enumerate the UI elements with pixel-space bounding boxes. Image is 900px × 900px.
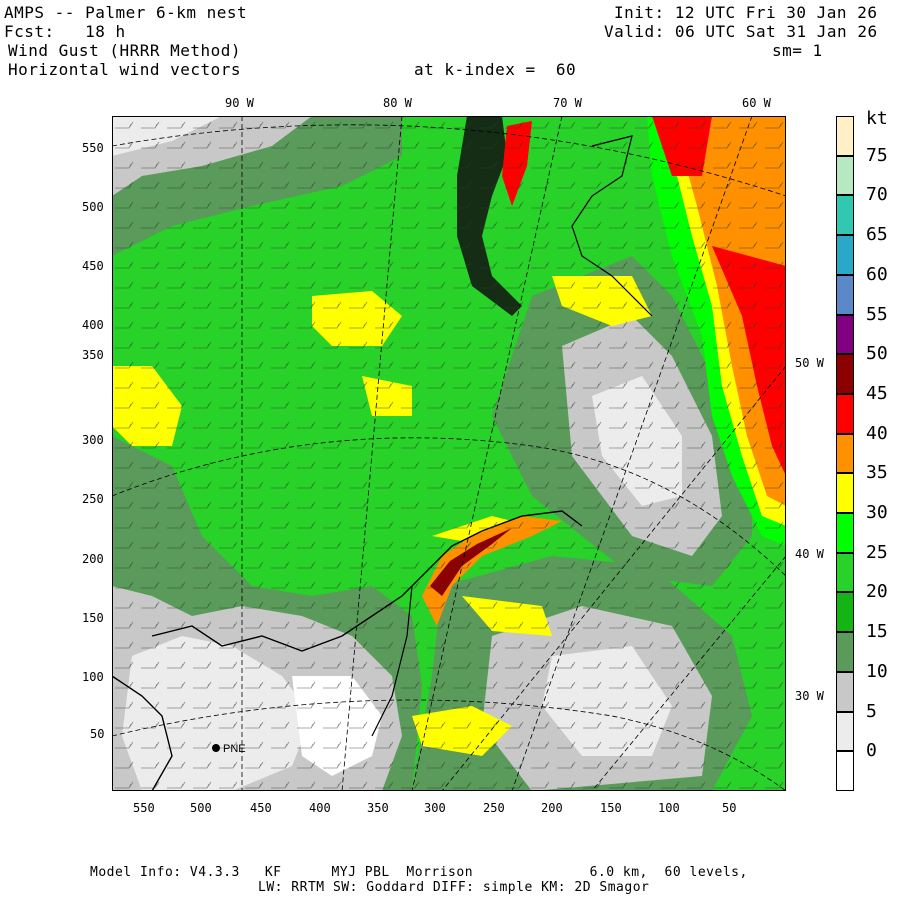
lon-label-60w: 60 W <box>742 96 771 110</box>
vector-description: Horizontal wind vectors <box>8 60 242 79</box>
colorbar-label: 40 <box>866 422 888 444</box>
y-tick: 550 <box>82 141 104 155</box>
lon-label-40w: 40 W <box>795 547 824 561</box>
colorbar-label: 20 <box>866 581 888 603</box>
x-tick: 500 <box>190 801 212 815</box>
colorbar-label: 55 <box>866 303 888 325</box>
lon-label-80w: 80 W <box>383 96 412 110</box>
x-tick: 100 <box>658 801 680 815</box>
valid-time: Valid: 06 UTC Sat 31 Jan 26 <box>604 22 878 41</box>
x-tick: 400 <box>309 801 331 815</box>
colorbar-label: 45 <box>866 382 888 404</box>
x-tick: 150 <box>600 801 622 815</box>
y-tick: 350 <box>82 348 104 362</box>
x-tick: 550 <box>133 801 155 815</box>
y-tick: 250 <box>82 492 104 506</box>
x-tick: 250 <box>483 801 505 815</box>
lon-label-30w: 30 W <box>795 689 824 703</box>
station-marker-pne <box>212 744 220 752</box>
colorbar-unit: kt <box>866 108 888 129</box>
colorbar-cell <box>836 155 854 196</box>
lon-label-50w: 50 W <box>795 356 824 370</box>
colorbar-label: 0 <box>866 740 877 762</box>
wind-gust-map: PNE <box>112 116 786 791</box>
colorbar-label: 15 <box>866 621 888 643</box>
colorbar-cell <box>836 116 854 156</box>
x-tick: 450 <box>250 801 272 815</box>
colorbar-label: 30 <box>866 502 888 524</box>
colorbar-label: 5 <box>866 700 877 722</box>
plot-title: AMPS -- Palmer 6-km nest <box>4 3 248 22</box>
x-tick: 350 <box>367 801 389 815</box>
colorbar-cell <box>836 473 854 514</box>
colorbar-label: 60 <box>866 263 888 285</box>
lon-label-90w: 90 W <box>225 96 254 110</box>
colorbar-label: 50 <box>866 343 888 365</box>
colorbar-cell <box>836 433 854 474</box>
colorbar-cell <box>836 711 854 752</box>
y-tick: 200 <box>82 552 104 566</box>
colorbar-label: 75 <box>866 144 888 166</box>
colorbar-cell <box>836 671 854 712</box>
x-tick: 300 <box>424 801 446 815</box>
station-label-pne: PNE <box>223 743 246 755</box>
colorbar-cell <box>836 751 854 791</box>
colorbar-cell <box>836 354 854 394</box>
colorbar-cell <box>836 314 854 355</box>
x-tick: 200 <box>541 801 563 815</box>
forecast-hour: Fcst: 18 h <box>4 22 126 41</box>
y-tick: 450 <box>82 259 104 273</box>
colorbar-label: 25 <box>866 541 888 563</box>
x-tick: 50 <box>722 801 737 815</box>
colorbar-cell <box>836 195 854 236</box>
field-name: Wind Gust (HRRR Method) <box>8 41 242 60</box>
colorbar-cell <box>836 235 854 275</box>
init-time: Init: 12 UTC Fri 30 Jan 26 <box>614 3 878 22</box>
colorbar-label: 35 <box>866 462 888 484</box>
wind-vector-field <box>112 116 786 791</box>
model-info: Model Info: V4.3.3 KF MYJ PBL Morrison 6… <box>90 865 748 880</box>
colorbar-cell <box>836 274 854 315</box>
colorbar-label: 10 <box>866 660 888 682</box>
physics-info: LW: RRTM SW: Goddard DIFF: simple KM: 2D… <box>258 880 650 895</box>
colorbar-label: 70 <box>866 184 888 206</box>
y-tick: 150 <box>82 611 104 625</box>
colorbar-cell <box>836 513 854 553</box>
colorbar <box>836 116 854 791</box>
smoothing-label: sm= 1 <box>772 41 823 60</box>
colorbar-cell <box>836 632 854 672</box>
y-tick: 400 <box>82 318 104 332</box>
colorbar-cell <box>836 592 854 633</box>
y-tick: 300 <box>82 433 104 447</box>
k-index-label: at k-index = 60 <box>414 60 577 79</box>
y-tick: 50 <box>90 727 105 741</box>
y-tick: 500 <box>82 200 104 214</box>
colorbar-cell <box>836 393 854 434</box>
colorbar-cell <box>836 552 854 593</box>
lon-label-70w: 70 W <box>553 96 582 110</box>
y-tick: 100 <box>82 670 104 684</box>
colorbar-label: 65 <box>866 224 888 246</box>
